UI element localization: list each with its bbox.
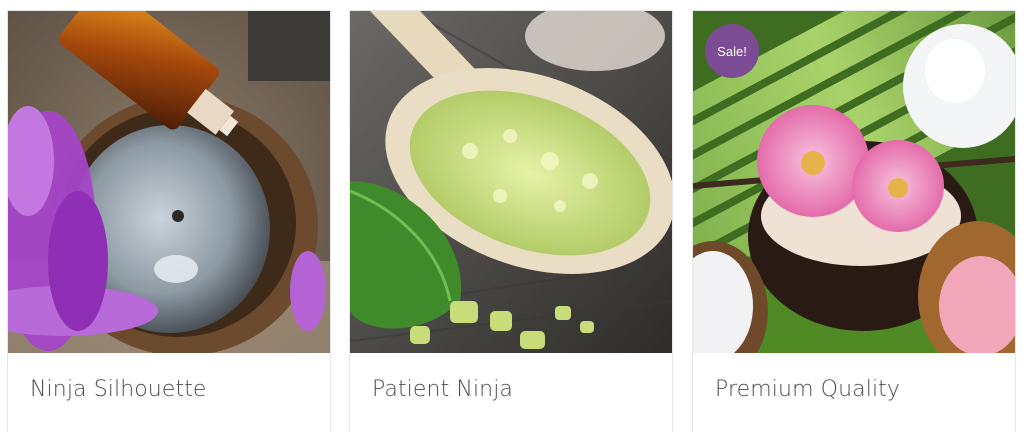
product-image-spa-flowers[interactable]: Sale!: [693, 11, 1015, 353]
product-title[interactable]: Ninja Silhouette: [30, 377, 207, 402]
product-title[interactable]: Premium Quality: [715, 377, 900, 402]
product-image-essential-oil[interactable]: [8, 11, 330, 353]
product-grid: Ninja Silhouette Patient Ninja Sale! Pre…: [0, 0, 1025, 432]
product-title[interactable]: Patient Ninja: [372, 377, 513, 402]
sale-badge: Sale!: [705, 24, 759, 78]
product-card-patient-ninja[interactable]: Patient Ninja: [349, 10, 673, 432]
product-image-bath-salt[interactable]: [350, 11, 672, 353]
product-card-ninja-silhouette[interactable]: Ninja Silhouette: [7, 10, 331, 432]
product-card-premium-quality[interactable]: Sale! Premium Quality: [692, 10, 1016, 432]
